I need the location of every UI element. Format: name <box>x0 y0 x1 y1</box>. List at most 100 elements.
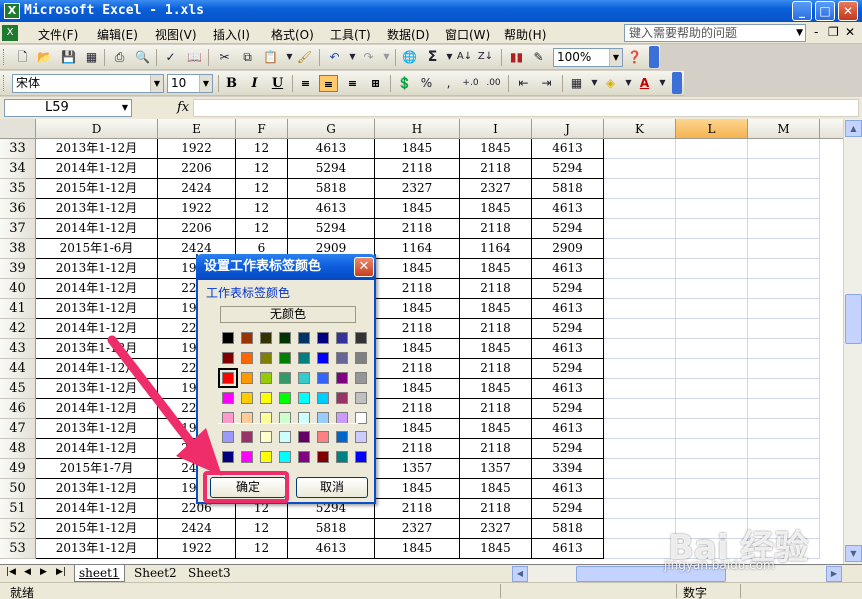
decrease-indent-icon[interactable]: ⇤ <box>515 75 532 91</box>
table-cell[interactable]: 3394 <box>532 459 604 479</box>
select-all-corner[interactable] <box>0 119 36 139</box>
table-cell[interactable]: 2015年1-6月 <box>36 239 158 259</box>
table-cell[interactable] <box>604 459 676 479</box>
name-box[interactable]: L59 ▼ <box>4 99 132 117</box>
drawing-icon[interactable]: ✎ <box>530 49 547 65</box>
table-cell[interactable]: 2015年1-7月 <box>36 459 158 479</box>
row-header[interactable]: 35 <box>0 179 36 199</box>
row-header[interactable]: 52 <box>0 519 36 539</box>
table-cell[interactable]: 1845 <box>375 339 460 359</box>
table-cell[interactable] <box>676 359 748 379</box>
table-cell[interactable]: 2118 <box>375 399 460 419</box>
menu-window[interactable]: 窗口(W) <box>445 26 490 43</box>
table-cell[interactable] <box>676 279 748 299</box>
table-cell[interactable]: 5294 <box>532 319 604 339</box>
table-cell[interactable] <box>748 359 820 379</box>
table-cell[interactable]: 1845 <box>375 539 460 559</box>
table-cell[interactable] <box>748 259 820 279</box>
table-cell[interactable]: 2118 <box>460 159 532 179</box>
table-cell[interactable] <box>748 399 820 419</box>
table-cell[interactable]: 2013年1-12月 <box>36 199 158 219</box>
color-swatch[interactable] <box>317 332 329 344</box>
color-swatch[interactable] <box>241 372 253 384</box>
table-cell[interactable]: 2014年1-12月 <box>36 219 158 239</box>
first-sheet-icon[interactable]: |◀ <box>6 567 16 577</box>
table-cell[interactable]: 1845 <box>375 419 460 439</box>
table-cell[interactable] <box>676 239 748 259</box>
scroll-down-icon[interactable]: ▼ <box>845 545 862 562</box>
table-cell[interactable]: 1845 <box>375 479 460 499</box>
table-cell[interactable]: 4613 <box>288 539 375 559</box>
minimize-button[interactable]: _ <box>792 1 812 21</box>
table-cell[interactable]: 1922 <box>158 539 236 559</box>
color-swatch[interactable] <box>298 431 310 443</box>
vertical-scrollbar[interactable]: ▲ ▼ <box>843 119 862 564</box>
color-swatch[interactable] <box>279 332 291 344</box>
new-icon[interactable]: 🗋 <box>14 49 31 65</box>
table-cell[interactable]: 5818 <box>532 519 604 539</box>
table-cell[interactable]: 2014年1-12月 <box>36 399 158 419</box>
permission-icon[interactable]: ▦ <box>83 49 100 65</box>
table-cell[interactable]: 2118 <box>375 499 460 519</box>
table-cell[interactable]: 5294 <box>532 359 604 379</box>
sheet-tab-sheet1[interactable]: sheet1 <box>74 565 125 582</box>
research-icon[interactable]: 📖 <box>186 49 203 65</box>
table-cell[interactable]: 2118 <box>460 219 532 239</box>
menu-edit[interactable]: 编辑(E) <box>97 26 138 43</box>
table-cell[interactable]: 2327 <box>375 179 460 199</box>
bold-button[interactable]: B <box>222 75 241 92</box>
table-cell[interactable]: 2424 <box>158 179 236 199</box>
chevron-down-icon[interactable]: ▼ <box>796 25 803 41</box>
table-cell[interactable] <box>748 459 820 479</box>
row-header[interactable]: 50 <box>0 479 36 499</box>
undo-dropdown-icon[interactable]: ▼ <box>344 49 361 65</box>
table-cell[interactable] <box>748 199 820 219</box>
table-cell[interactable]: 4613 <box>532 379 604 399</box>
table-cell[interactable] <box>604 519 676 539</box>
color-swatch[interactable] <box>298 372 310 384</box>
table-cell[interactable]: 5294 <box>532 439 604 459</box>
color-swatch[interactable] <box>355 332 367 344</box>
table-cell[interactable]: 1845 <box>460 379 532 399</box>
table-cell[interactable] <box>748 139 820 159</box>
table-cell[interactable]: 2118 <box>375 359 460 379</box>
toolbar-grip[interactable] <box>3 75 6 91</box>
table-cell[interactable] <box>604 419 676 439</box>
table-cell[interactable]: 4613 <box>532 419 604 439</box>
chevron-down-icon[interactable]: ▼ <box>609 49 622 66</box>
row-header[interactable]: 39 <box>0 259 36 279</box>
table-cell[interactable]: 1845 <box>375 259 460 279</box>
scroll-left-icon[interactable]: ◀ <box>512 566 528 582</box>
sheet-tab-sheet3[interactable]: Sheet3 <box>184 565 235 582</box>
table-cell[interactable] <box>604 299 676 319</box>
color-swatch[interactable] <box>355 451 367 463</box>
formula-input[interactable] <box>193 99 859 117</box>
chevron-down-icon[interactable]: ▼ <box>150 75 163 92</box>
chevron-down-icon[interactable]: ▼ <box>199 75 212 92</box>
zoom-select[interactable]: 100% ▼ <box>553 48 623 67</box>
color-swatch[interactable] <box>317 451 329 463</box>
table-cell[interactable]: 2013年1-12月 <box>36 339 158 359</box>
table-cell[interactable] <box>748 319 820 339</box>
decrease-decimal-icon[interactable]: .00 <box>485 75 502 91</box>
save-icon[interactable]: 💾 <box>60 49 77 65</box>
table-cell[interactable] <box>604 339 676 359</box>
color-swatch[interactable] <box>241 332 253 344</box>
copy-icon[interactable]: ⧉ <box>239 49 256 65</box>
color-swatch[interactable] <box>260 352 272 364</box>
table-cell[interactable] <box>748 279 820 299</box>
table-cell[interactable]: 1357 <box>460 459 532 479</box>
table-cell[interactable]: 2118 <box>460 319 532 339</box>
table-cell[interactable]: 2327 <box>460 179 532 199</box>
chevron-down-icon[interactable]: ▼ <box>122 100 128 116</box>
color-swatch[interactable] <box>336 451 348 463</box>
table-cell[interactable]: 4613 <box>532 479 604 499</box>
color-swatch[interactable] <box>260 372 272 384</box>
doc-close-button[interactable]: ✕ <box>845 25 855 39</box>
color-swatch[interactable] <box>279 352 291 364</box>
table-cell[interactable] <box>604 479 676 499</box>
color-swatch[interactable] <box>317 431 329 443</box>
next-sheet-icon[interactable]: ▶ <box>40 567 47 577</box>
table-cell[interactable] <box>676 459 748 479</box>
hyperlink-icon[interactable]: 🌐 <box>401 49 418 65</box>
